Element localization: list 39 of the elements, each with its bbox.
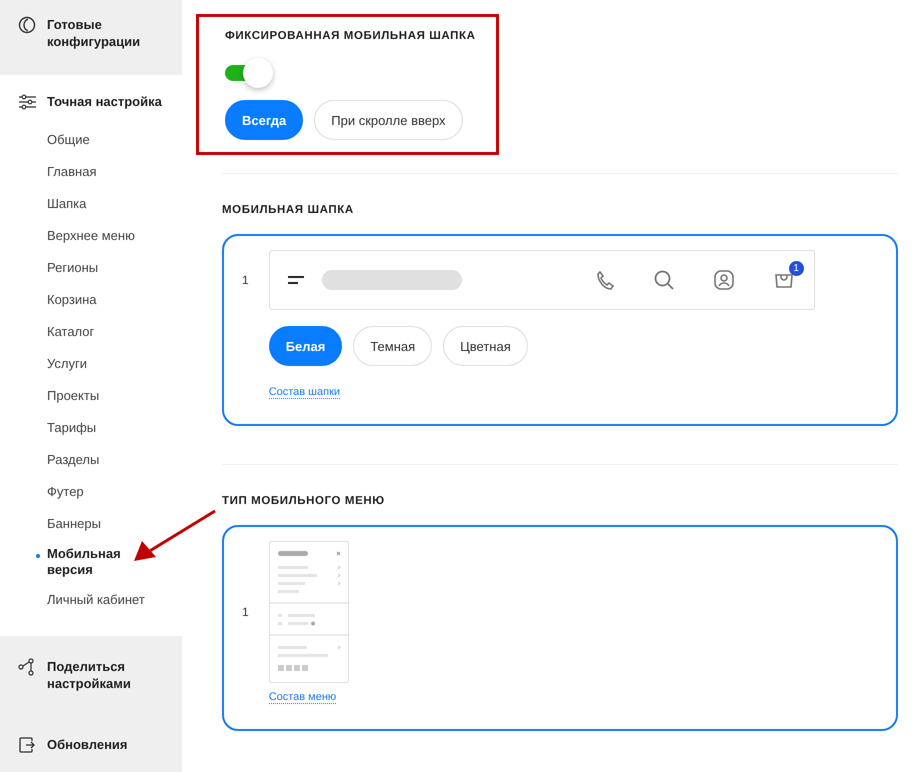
share-icon <box>18 658 36 676</box>
section-title: ФИКСИРОВАННАЯ МОБИЛЬНАЯ ШАПКА <box>225 30 477 42</box>
option-button[interactable]: Всегда <box>225 100 304 140</box>
sidebar-item[interactable]: Корзина <box>47 284 182 316</box>
menu-link[interactable]: Состав меню <box>268 691 336 704</box>
row-number: 1 <box>242 605 249 619</box>
sidebar-item[interactable]: Услуги <box>47 348 182 380</box>
sidebar-item[interactable]: Шапка <box>47 188 182 220</box>
toggle-switch[interactable] <box>225 58 273 88</box>
cart-badge: 1 <box>788 261 804 276</box>
menu-icon <box>288 276 304 284</box>
sidebar-item[interactable]: Тарифы <box>47 412 182 444</box>
sidebar-heading[interactable]: Обновления <box>47 736 157 753</box>
search-icon <box>654 270 674 290</box>
section-title: ТИП МОБИЛЬНОГО МЕНЮ <box>222 495 386 507</box>
style-button[interactable]: Темная <box>353 326 432 366</box>
sidebar-item[interactable]: Регионы <box>47 252 182 284</box>
sidebar-heading[interactable]: Поделиться настройками <box>47 658 157 692</box>
sidebar-item[interactable]: Общие <box>47 124 182 156</box>
sliders-icon <box>18 94 36 110</box>
sidebar-item[interactable]: Проекты <box>47 380 182 412</box>
style-button[interactable]: Белая <box>268 326 342 366</box>
sidebar-item[interactable]: Баннеры <box>47 508 182 540</box>
sidebar-item[interactable]: Каталог <box>47 316 182 348</box>
section-title: МОБИЛЬНАЯ ШАПКА <box>222 204 355 216</box>
row-number: 1 <box>242 273 249 287</box>
sidebar-item[interactable]: Разделы <box>47 444 182 476</box>
sidebar-item[interactable]: Мобильная версия <box>47 540 137 584</box>
sidebar-item[interactable]: Верхнее меню <box>47 220 182 252</box>
style-button[interactable]: Цветная <box>443 326 528 366</box>
sidebar-item[interactable]: Личный кабинет <box>47 584 182 616</box>
active-dot <box>36 554 40 558</box>
user-icon <box>714 270 734 290</box>
sidebar-item[interactable]: Главная <box>47 156 182 188</box>
sidebar-item[interactable]: Футер <box>47 476 182 508</box>
phone-icon <box>596 270 614 290</box>
option-button[interactable]: При скролле вверх <box>314 100 463 140</box>
sidebar-heading[interactable]: Точная настройка <box>47 93 162 110</box>
header-link[interactable]: Состав шапки <box>268 386 340 399</box>
